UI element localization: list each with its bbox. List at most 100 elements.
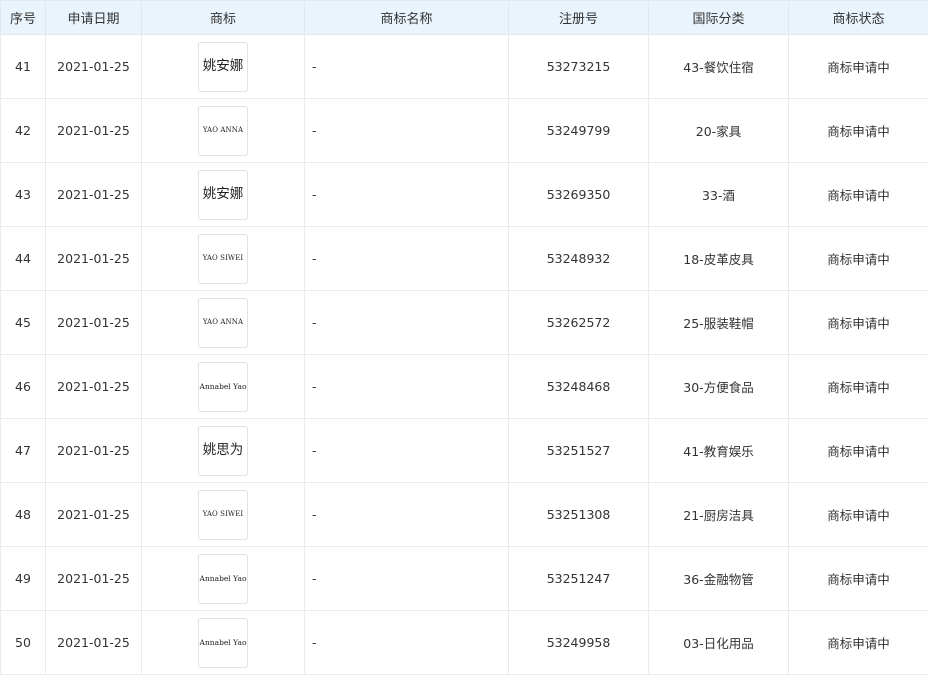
table-row[interactable]: 43 2021-01-25 姚安娜 - 53269350 33-酒 商标申请中 <box>0 162 928 227</box>
name-text: - <box>312 571 317 586</box>
seq-text: 44 <box>15 251 31 266</box>
status-text: 商标申请中 <box>827 444 890 459</box>
header-seq[interactable]: 序号 <box>0 0 46 35</box>
trademark-text: YAO SIWEI <box>202 254 244 262</box>
reg-text[interactable]: 53248468 <box>547 379 611 394</box>
cell-reg: 53248932 <box>508 226 649 291</box>
cell-class: 20-家具 <box>648 98 789 163</box>
cell-reg: 53273215 <box>508 34 649 99</box>
trademark-image[interactable]: YAO SIWEI <box>198 489 248 540</box>
cell-seq: 50 <box>0 610 46 675</box>
class-text: 21-厨房洁具 <box>683 508 754 523</box>
name-text: - <box>312 379 317 394</box>
trademark-image[interactable]: Annabel Yao <box>198 361 248 412</box>
reg-text[interactable]: 53273215 <box>547 59 611 74</box>
trademark-text: 姚安娜 <box>202 57 244 74</box>
name-text: - <box>312 443 317 458</box>
reg-text[interactable]: 53249799 <box>547 123 611 138</box>
trademark-text: Annabel Yao <box>199 381 247 391</box>
name-text: - <box>312 251 317 266</box>
table-row[interactable]: 46 2021-01-25 Annabel Yao - 53248468 30-… <box>0 354 928 419</box>
table-row[interactable]: 47 2021-01-25 姚思为 - 53251527 41-教育娱乐 商标申… <box>0 418 928 483</box>
cell-name: - <box>304 610 509 675</box>
cell-seq: 42 <box>0 98 46 163</box>
table-row[interactable]: 44 2021-01-25 YAO SIWEI - 53248932 18-皮革… <box>0 226 928 291</box>
cell-class: 25-服装鞋帽 <box>648 290 789 355</box>
cell-class: 30-方便食品 <box>648 354 789 419</box>
cell-class: 18-皮革皮具 <box>648 226 789 291</box>
reg-text[interactable]: 53248932 <box>547 251 611 266</box>
cell-class: 03-日化用品 <box>648 610 789 675</box>
table-row[interactable]: 49 2021-01-25 Annabel Yao - 53251247 36-… <box>0 546 928 611</box>
cell-mark: YAO SIWEI <box>141 226 305 291</box>
status-text: 商标申请中 <box>827 508 890 523</box>
name-text: - <box>312 507 317 522</box>
table-row[interactable]: 42 2021-01-25 YAO ANNA - 53249799 20-家具 … <box>0 98 928 163</box>
status-text: 商标申请中 <box>827 572 890 587</box>
cell-date: 2021-01-25 <box>45 290 142 355</box>
date-text: 2021-01-25 <box>57 187 130 202</box>
trademark-image[interactable]: YAO SIWEI <box>198 233 248 284</box>
trademark-text: YAO ANNA <box>202 126 244 134</box>
cell-mark: Annabel Yao <box>141 610 305 675</box>
trademark-image[interactable]: 姚安娜 <box>198 41 248 92</box>
date-text: 2021-01-25 <box>57 59 130 74</box>
reg-text[interactable]: 53249958 <box>547 635 611 650</box>
trademark-image[interactable]: YAO ANNA <box>198 297 248 348</box>
date-text: 2021-01-25 <box>57 571 130 586</box>
header-status[interactable]: 商标状态 <box>788 0 928 35</box>
cell-class: 21-厨房洁具 <box>648 482 789 547</box>
cell-reg: 53251527 <box>508 418 649 483</box>
trademark-text: 姚思为 <box>202 441 244 458</box>
status-text: 商标申请中 <box>827 636 890 651</box>
table-row[interactable]: 48 2021-01-25 YAO SIWEI - 53251308 21-厨房… <box>0 482 928 547</box>
cell-status: 商标申请中 <box>788 610 928 675</box>
cell-mark: YAO ANNA <box>141 98 305 163</box>
trademark-image[interactable]: 姚安娜 <box>198 169 248 220</box>
cell-date: 2021-01-25 <box>45 418 142 483</box>
header-date[interactable]: 申请日期 <box>45 0 142 35</box>
trademark-text: Annabel Yao <box>199 637 247 647</box>
cell-mark: YAO ANNA <box>141 290 305 355</box>
trademark-image[interactable]: Annabel Yao <box>198 617 248 668</box>
cell-date: 2021-01-25 <box>45 482 142 547</box>
reg-text[interactable]: 53262572 <box>547 315 611 330</box>
trademark-text: YAO SIWEI <box>202 510 244 518</box>
header-mark[interactable]: 商标 <box>141 0 305 35</box>
cell-reg: 53249799 <box>508 98 649 163</box>
cell-seq: 41 <box>0 34 46 99</box>
seq-text: 41 <box>15 59 31 74</box>
table-row[interactable]: 41 2021-01-25 姚安娜 - 53273215 43-餐饮住宿 商标申… <box>0 34 928 99</box>
reg-text[interactable]: 53269350 <box>547 187 611 202</box>
reg-text[interactable]: 53251247 <box>547 571 611 586</box>
table-row[interactable]: 50 2021-01-25 Annabel Yao - 53249958 03-… <box>0 610 928 675</box>
trademark-image[interactable]: 姚思为 <box>198 425 248 476</box>
class-text: 25-服装鞋帽 <box>683 316 754 331</box>
table-body: 41 2021-01-25 姚安娜 - 53273215 43-餐饮住宿 商标申… <box>0 34 928 675</box>
reg-text[interactable]: 53251308 <box>547 507 611 522</box>
cell-status: 商标申请中 <box>788 34 928 99</box>
trademark-image[interactable]: Annabel Yao <box>198 553 248 604</box>
seq-text: 47 <box>15 443 31 458</box>
table-row[interactable]: 45 2021-01-25 YAO ANNA - 53262572 25-服装鞋… <box>0 290 928 355</box>
header-class[interactable]: 国际分类 <box>648 0 789 35</box>
cell-seq: 45 <box>0 290 46 355</box>
class-text: 30-方便食品 <box>683 380 754 395</box>
class-text: 33-酒 <box>702 188 735 203</box>
class-text: 20-家具 <box>695 124 742 139</box>
cell-status: 商标申请中 <box>788 226 928 291</box>
class-text: 03-日化用品 <box>683 636 754 651</box>
date-text: 2021-01-25 <box>57 315 130 330</box>
cell-reg: 53251308 <box>508 482 649 547</box>
status-text: 商标申请中 <box>827 188 890 203</box>
header-row: 序号 申请日期 商标 商标名称 注册号 国际分类 商标状态 <box>0 0 928 35</box>
header-name[interactable]: 商标名称 <box>304 0 509 35</box>
date-text: 2021-01-25 <box>57 507 130 522</box>
class-text: 41-教育娱乐 <box>683 444 754 459</box>
reg-text[interactable]: 53251527 <box>547 443 611 458</box>
seq-text: 50 <box>15 635 31 650</box>
name-text: - <box>312 635 317 650</box>
trademark-image[interactable]: YAO ANNA <box>198 105 248 156</box>
cell-reg: 53249958 <box>508 610 649 675</box>
header-reg[interactable]: 注册号 <box>508 0 649 35</box>
